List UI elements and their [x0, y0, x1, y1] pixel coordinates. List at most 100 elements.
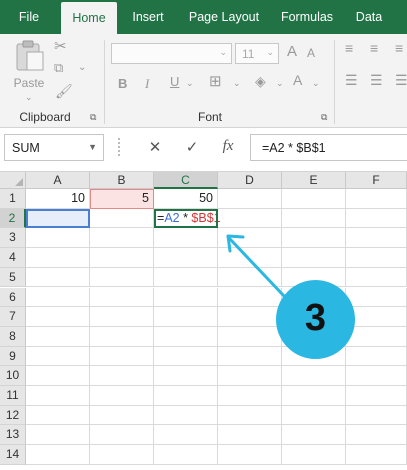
- chevron-down-icon[interactable]: ⌄: [312, 78, 320, 89]
- cell-c6[interactable]: [154, 287, 218, 308]
- tab-home[interactable]: Home: [61, 2, 117, 34]
- cell-d4[interactable]: [218, 248, 282, 268]
- cell-c7[interactable]: [154, 307, 218, 327]
- cell-e14[interactable]: [282, 445, 346, 465]
- cut-icon[interactable]: ✂: [54, 37, 67, 55]
- italic-button[interactable]: I: [145, 76, 149, 92]
- cell-b8[interactable]: [90, 326, 154, 347]
- cell-b10[interactable]: [90, 366, 154, 386]
- cell-b1[interactable]: 5: [90, 189, 154, 209]
- cell-c14[interactable]: [154, 445, 218, 465]
- cell-d8[interactable]: [218, 326, 282, 347]
- insert-function-button[interactable]: fx: [217, 138, 239, 155]
- dialog-launcher-icon[interactable]: ⧉: [321, 112, 327, 123]
- cell-d1[interactable]: [218, 189, 282, 209]
- font-size-select[interactable]: 11 ⌄: [235, 43, 279, 64]
- cell-c9[interactable]: [154, 346, 218, 367]
- cell-e2[interactable]: [282, 208, 346, 229]
- cell-e1[interactable]: [282, 189, 346, 209]
- cell-f10[interactable]: [346, 366, 407, 386]
- cell-e10[interactable]: [282, 366, 346, 386]
- column-header-f[interactable]: F: [346, 172, 407, 189]
- row-header-14[interactable]: 14: [0, 445, 26, 465]
- row-header-4[interactable]: 4: [0, 248, 26, 268]
- cell-f14[interactable]: [346, 445, 407, 465]
- row-header-3[interactable]: 3: [0, 228, 26, 249]
- formula-input[interactable]: =A2 * $B$1: [250, 134, 407, 161]
- cell-c1[interactable]: 50: [154, 189, 218, 209]
- cell-d11[interactable]: [218, 386, 282, 406]
- cell-c12[interactable]: [154, 405, 218, 426]
- cell-c11[interactable]: [154, 386, 218, 406]
- cell-e13[interactable]: [282, 425, 346, 446]
- cell-b2[interactable]: [90, 208, 154, 229]
- row-header-8[interactable]: 8: [0, 326, 26, 347]
- cell-c8[interactable]: [154, 326, 218, 347]
- cell-d10[interactable]: [218, 366, 282, 386]
- cell-f3[interactable]: [346, 228, 407, 249]
- underline-button[interactable]: U: [170, 74, 179, 89]
- tab-insert[interactable]: Insert: [120, 0, 176, 34]
- cell-a13[interactable]: [26, 425, 90, 446]
- font-color-icon[interactable]: A: [293, 72, 302, 88]
- cell-f4[interactable]: [346, 248, 407, 268]
- cell-a2[interactable]: [26, 208, 90, 229]
- cell-a5[interactable]: [26, 267, 90, 288]
- shrink-font-icon[interactable]: A: [307, 46, 315, 60]
- cell-d13[interactable]: [218, 425, 282, 446]
- tab-formulas[interactable]: Formulas: [272, 0, 342, 34]
- cell-f12[interactable]: [346, 405, 407, 426]
- grow-font-icon[interactable]: A: [287, 43, 297, 60]
- row-header-7[interactable]: 7: [0, 307, 26, 327]
- cell-a9[interactable]: [26, 346, 90, 367]
- cell-b4[interactable]: [90, 248, 154, 268]
- cell-a11[interactable]: [26, 386, 90, 406]
- column-header-e[interactable]: E: [282, 172, 346, 189]
- cell-f11[interactable]: [346, 386, 407, 406]
- cell-e12[interactable]: [282, 405, 346, 426]
- cell-d9[interactable]: [218, 346, 282, 367]
- name-box[interactable]: SUM ▼: [4, 134, 104, 161]
- cell-f6[interactable]: [346, 287, 407, 308]
- cell-a6[interactable]: [26, 287, 90, 308]
- chevron-down-icon[interactable]: ⌄: [276, 78, 284, 89]
- align-top-icon[interactable]: ≡: [345, 40, 353, 56]
- cell-f7[interactable]: [346, 307, 407, 327]
- cell-e4[interactable]: [282, 248, 346, 268]
- cell-a1[interactable]: 10: [26, 189, 90, 209]
- column-header-d[interactable]: D: [218, 172, 282, 189]
- column-header-c[interactable]: C: [154, 172, 218, 189]
- cell-b9[interactable]: [90, 346, 154, 367]
- row-header-1[interactable]: 1: [0, 189, 26, 209]
- cell-d5[interactable]: [218, 267, 282, 288]
- cell-b6[interactable]: [90, 287, 154, 308]
- cell-d3[interactable]: [218, 228, 282, 249]
- cell-b11[interactable]: [90, 386, 154, 406]
- cell-f9[interactable]: [346, 346, 407, 367]
- row-header-5[interactable]: 5: [0, 267, 26, 288]
- align-left-icon[interactable]: ☰: [345, 72, 358, 89]
- row-header-12[interactable]: 12: [0, 405, 26, 426]
- cell-c5[interactable]: [154, 267, 218, 288]
- tab-file[interactable]: File: [0, 0, 58, 34]
- format-painter-icon[interactable]: 🖌: [55, 83, 73, 100]
- cell-b5[interactable]: [90, 267, 154, 288]
- cell-a14[interactable]: [26, 445, 90, 465]
- chevron-down-icon[interactable]: ⌄: [78, 62, 86, 73]
- cell-c4[interactable]: [154, 248, 218, 268]
- row-header-2[interactable]: 2: [0, 208, 26, 229]
- borders-icon[interactable]: ⊞: [209, 72, 222, 90]
- enter-button[interactable]: ✓: [181, 138, 203, 156]
- tab-page-layout[interactable]: Page Layout: [178, 0, 270, 34]
- cell-e11[interactable]: [282, 386, 346, 406]
- cell-a4[interactable]: [26, 248, 90, 268]
- cancel-button[interactable]: ✕: [144, 138, 166, 156]
- row-header-9[interactable]: 9: [0, 346, 26, 367]
- cell-d7[interactable]: [218, 307, 282, 327]
- cell-f8[interactable]: [346, 326, 407, 347]
- cell-a7[interactable]: [26, 307, 90, 327]
- align-center-icon[interactable]: ☰: [370, 72, 383, 89]
- cell-c10[interactable]: [154, 366, 218, 386]
- copy-icon[interactable]: ⧉: [54, 60, 63, 76]
- cell-b12[interactable]: [90, 405, 154, 426]
